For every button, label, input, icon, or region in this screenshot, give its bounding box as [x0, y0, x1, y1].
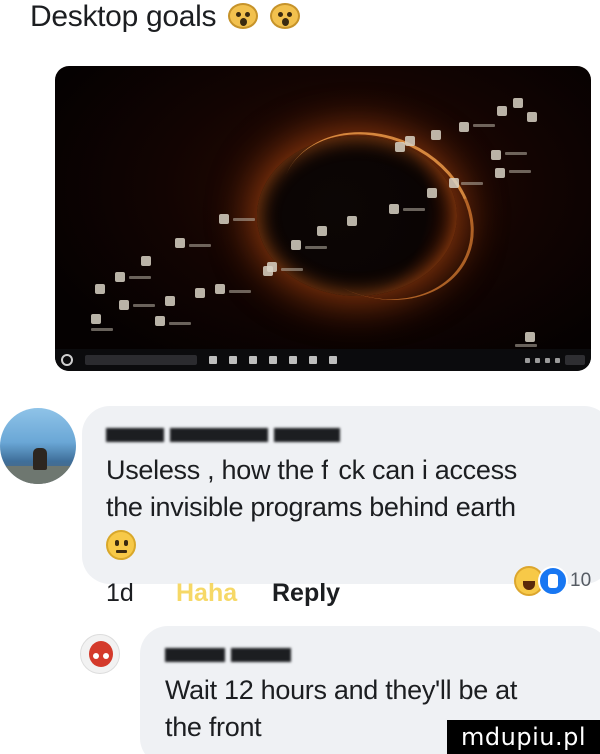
comment-line: Wait 12 hours and they'll be at: [165, 675, 518, 705]
post-title: Desktop goals: [30, 0, 301, 34]
taskbar-app-icon[interactable]: [209, 356, 217, 364]
desktop-app-label: [133, 304, 155, 307]
comment-line: Useless , how the f ck can i access: [106, 455, 517, 485]
taskbar-app-icon[interactable]: [249, 356, 257, 364]
desktop-screenshot-image[interactable]: [55, 66, 591, 371]
desktop-app-label: [91, 328, 113, 331]
desktop-app-icon: [155, 316, 165, 326]
desktop-app-icon: [449, 178, 459, 188]
post-title-text: Desktop goals: [30, 0, 217, 33]
screaming-face-icon: [228, 3, 259, 29]
reply-link[interactable]: Reply: [272, 579, 340, 608]
desktop-app-icon: [491, 150, 501, 160]
desktop-app-icon: [95, 284, 105, 294]
tray-icon[interactable]: [525, 357, 530, 363]
desktop-app-icon: [141, 256, 151, 266]
desktop-app-icon: [513, 98, 523, 108]
screaming-face-icon: [270, 3, 301, 29]
react-link[interactable]: Haha: [176, 579, 272, 608]
desktop-app-icon: [215, 284, 225, 294]
tray-icon[interactable]: [535, 357, 540, 363]
desktop-app-label: [233, 218, 255, 221]
taskbar-app-icon[interactable]: [229, 356, 237, 364]
desktop-app-label: [515, 344, 537, 347]
desktop-app-icon: [527, 112, 537, 122]
commenter-name[interactable]: [165, 641, 297, 667]
desktop-app-icon: [195, 288, 205, 298]
taskbar-app-icon[interactable]: [329, 356, 337, 364]
tray-icon[interactable]: [555, 357, 560, 363]
tray-icon[interactable]: [545, 357, 550, 363]
taskbar: [55, 349, 591, 371]
desktop-app-icon: [263, 266, 273, 276]
desktop-app-icon: [495, 168, 505, 178]
desktop-app-icon: [165, 296, 175, 306]
desktop-app-icon: [497, 106, 507, 116]
desktop-app-icon: [119, 300, 129, 310]
desktop-app-icon: [115, 272, 125, 282]
desktop-app-label: [189, 244, 211, 247]
desktop-app-label: [305, 246, 327, 249]
taskbar-clock[interactable]: [565, 355, 585, 365]
reaction-count: 10: [570, 570, 592, 591]
watermark: mdupiu.pl: [447, 720, 600, 754]
desktop-app-label: [461, 182, 483, 185]
redacted-name-part: [274, 428, 340, 442]
desktop-app-icon: [395, 142, 405, 152]
like-icon: [538, 566, 568, 596]
comment-text: Useless , how the f ck can i access the i…: [106, 452, 596, 526]
desktop-app-icon: [405, 136, 415, 146]
comment-line: the invisible programs behind earth: [106, 492, 516, 522]
censor-gap: [328, 458, 339, 482]
desktop-app-icon: [175, 238, 185, 248]
earth-glow-rim: [252, 101, 502, 331]
comment-actions: 1d Haha Reply: [106, 579, 340, 608]
taskbar-app-icon[interactable]: [289, 356, 297, 364]
desktop-app-icon: [427, 188, 437, 198]
commenter-name[interactable]: [106, 421, 346, 447]
desktop-app-icon: [389, 204, 399, 214]
avatar-person: [33, 448, 47, 470]
comment-timestamp[interactable]: 1d: [106, 579, 156, 608]
desktop-app-icon: [431, 130, 441, 140]
taskbar-app-icon[interactable]: [269, 356, 277, 364]
desktop-app-label: [129, 276, 151, 279]
eye: [103, 653, 109, 659]
desktop-app-label: [403, 208, 425, 211]
desktop-app-label: [281, 268, 303, 271]
desktop-app-icon: [91, 314, 101, 324]
neutral-face-icon: [106, 530, 136, 560]
desktop-app-icon: [219, 214, 229, 224]
redacted-name-part: [165, 648, 225, 662]
desktop-app-icon: [317, 226, 327, 236]
avatar[interactable]: [80, 634, 120, 674]
eye: [93, 653, 99, 659]
redacted-name-part: [106, 428, 164, 442]
desktop-app-label: [505, 152, 527, 155]
redacted-name-part: [170, 428, 268, 442]
desktop-app-icon: [525, 332, 535, 342]
angry-face-icon: [89, 641, 113, 667]
system-tray: [525, 355, 585, 365]
taskbar-search-box[interactable]: [85, 355, 197, 365]
desktop-app-icon: [291, 240, 301, 250]
desktop-app-label: [509, 170, 531, 173]
desktop-app-icon: [347, 216, 357, 226]
redacted-name-part: [231, 648, 291, 662]
desktop-app-label: [169, 322, 191, 325]
desktop-app-label: [473, 124, 495, 127]
start-button[interactable]: [61, 354, 73, 366]
desktop-app-icon: [459, 122, 469, 132]
reaction-summary[interactable]: 10: [514, 566, 591, 596]
taskbar-app-icon[interactable]: [309, 356, 317, 364]
avatar[interactable]: [0, 408, 76, 484]
desktop-app-label: [229, 290, 251, 293]
